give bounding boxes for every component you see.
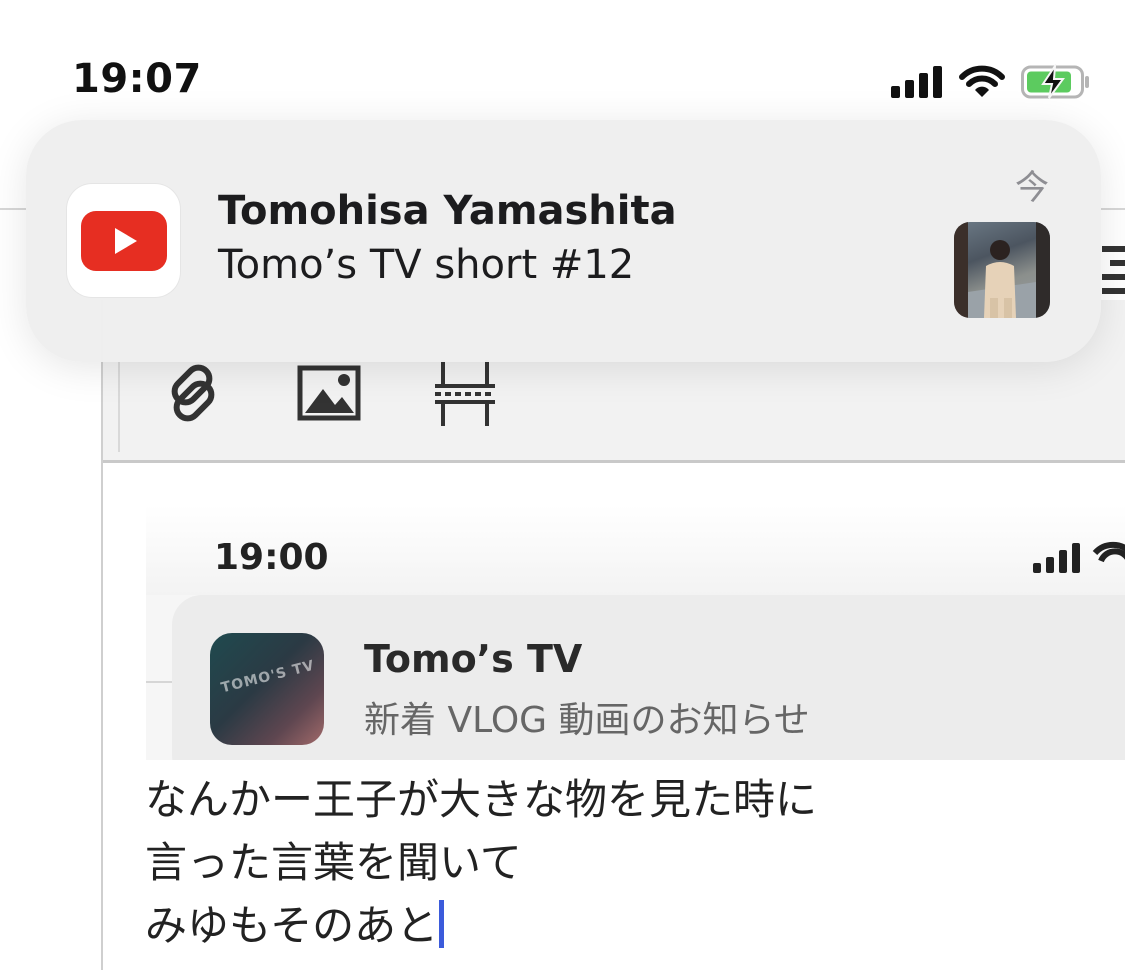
- status-time: 19:07: [72, 56, 202, 102]
- image-button[interactable]: [294, 358, 364, 428]
- status-bar: 19:07: [0, 0, 1125, 120]
- embedded-app-name: Tomo’s TV: [364, 637, 583, 681]
- embedded-app-icon-text: TOMO'S TV: [219, 657, 317, 697]
- image-icon: [297, 365, 361, 421]
- notification-body: Tomo’s TV short #12: [218, 242, 635, 288]
- youtube-app-icon: [67, 184, 180, 297]
- signal-icon: [891, 66, 942, 98]
- notification-banner[interactable]: Tomohisa Yamashita Tomo’s TV short #12 今: [26, 120, 1101, 362]
- embedded-message: 新着 VLOG 動画のお知らせ: [364, 700, 810, 741]
- status-icons: [891, 62, 1091, 102]
- editor-line-3-text: みゆもそのあと: [145, 901, 439, 950]
- notification-thumbnail: [954, 222, 1050, 318]
- embedded-app-icon: TOMO'S TV: [210, 633, 324, 745]
- link-icon: [171, 364, 215, 422]
- editor-line-2: 言った言葉を聞いて: [145, 838, 522, 887]
- embedded-signal-icon: [1033, 541, 1125, 573]
- notification-time: 今: [1015, 168, 1049, 208]
- editor-line-1: なんかー王子が大きな物を見た時に: [145, 775, 818, 824]
- toolbar-bottom-divider: [103, 460, 1125, 463]
- notification-title: Tomohisa Yamashita: [218, 188, 677, 234]
- youtube-icon: [80, 210, 167, 271]
- text-caret: [439, 900, 445, 948]
- embedded-time: 19:00: [214, 537, 329, 578]
- table-button[interactable]: [430, 358, 500, 428]
- editor-body[interactable]: なんかー王子が大きな物を見た時に 言った言葉を聞いて みゆもそのあと: [145, 768, 817, 957]
- link-button[interactable]: [158, 358, 228, 428]
- editor-line-3: みゆもそのあと: [145, 894, 817, 957]
- align-icon[interactable]: [1098, 240, 1125, 300]
- table-icon: [435, 360, 495, 426]
- wifi-icon: [959, 65, 1005, 97]
- battery-charging-icon: [1021, 64, 1089, 99]
- embedded-screenshot[interactable]: 19:00 TOMO'S TV Tomo’s TV 新着 VLOG 動画のお知ら…: [146, 505, 1125, 760]
- embedded-divider: [146, 681, 172, 683]
